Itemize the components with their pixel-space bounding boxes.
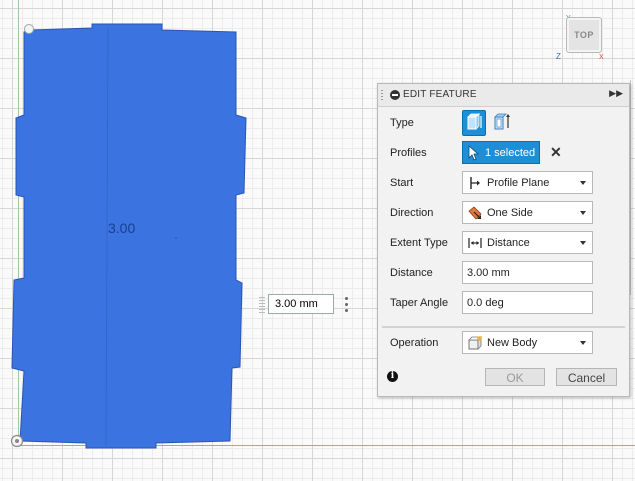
- profiles-label: Profiles: [390, 147, 427, 159]
- select-cursor-icon: [468, 145, 480, 161]
- chevron-down-icon: [580, 181, 586, 185]
- operation-value: New Body: [487, 337, 538, 349]
- drag-handle-icon[interactable]: [259, 297, 265, 313]
- panel-header[interactable]: EDIT FEATURE ▶▶: [378, 84, 629, 107]
- start-value: Profile Plane: [487, 177, 550, 189]
- clear-selection-icon[interactable]: ✕: [550, 144, 562, 161]
- profiles-selection-button[interactable]: 1 selected: [462, 141, 540, 164]
- panel-grip-icon[interactable]: [381, 90, 383, 100]
- floating-distance-input[interactable]: [268, 294, 334, 314]
- operation-row: Operation New Body: [378, 328, 629, 358]
- direction-dropdown[interactable]: One Side: [462, 201, 593, 224]
- chevron-down-icon: [580, 211, 586, 215]
- extent-type-dropdown[interactable]: Distance: [462, 231, 593, 254]
- edit-feature-panel: EDIT FEATURE ▶▶ Type Profiles 1 selected…: [377, 83, 630, 397]
- thin-extrude-icon: [494, 113, 510, 130]
- extrude-solid-type-button[interactable]: [462, 110, 486, 136]
- extruded-body-shape[interactable]: [11, 23, 247, 449]
- start-row: Start Profile Plane: [378, 168, 629, 198]
- distance-extent-icon: [468, 238, 482, 248]
- viewcube-x-axis-label: X: [599, 54, 604, 61]
- operation-dropdown[interactable]: New Body: [462, 331, 593, 354]
- info-icon[interactable]: i: [387, 371, 398, 382]
- profile-plane-icon: [470, 177, 480, 189]
- taper-angle-input[interactable]: [462, 291, 593, 314]
- panel-title: EDIT FEATURE: [403, 89, 477, 100]
- cancel-button[interactable]: Cancel: [556, 368, 617, 386]
- direction-value: One Side: [487, 207, 533, 219]
- chevron-down-icon: [580, 241, 586, 245]
- more-options-icon[interactable]: [345, 297, 349, 313]
- profiles-row: Profiles 1 selected ✕: [378, 138, 629, 168]
- viewcube-top-face[interactable]: TOP: [566, 17, 602, 53]
- extent-type-value: Distance: [487, 237, 530, 249]
- new-body-icon: [468, 336, 482, 350]
- one-side-direction-icon: [468, 206, 482, 220]
- view-cube[interactable]: Y TOP Z X: [554, 14, 606, 64]
- floating-distance-input-group: [259, 294, 363, 316]
- type-row: Type: [378, 108, 629, 138]
- distance-row: Distance: [378, 258, 629, 288]
- extent-type-row: Extent Type Distance: [378, 228, 629, 258]
- chevron-down-icon: [580, 341, 586, 345]
- viewcube-z-axis-label: Z: [556, 52, 561, 61]
- operation-label: Operation: [390, 337, 439, 349]
- distance-label: Distance: [390, 267, 433, 279]
- origin-icon: [10, 434, 24, 448]
- sketch-point-icon: [24, 24, 34, 34]
- solid-extrude-icon: [467, 113, 482, 130]
- viewcube-face-label: TOP: [574, 30, 594, 40]
- direction-row: Direction One Side: [378, 198, 629, 228]
- extrude-thin-type-button[interactable]: [490, 110, 512, 134]
- dimension-label: 3.00: [108, 220, 136, 236]
- expand-panel-icon[interactable]: ▶▶: [609, 88, 623, 99]
- ok-button[interactable]: OK: [485, 368, 545, 386]
- taper-angle-label: Taper Angle: [390, 297, 449, 309]
- profiles-selection-text: 1 selected: [485, 147, 536, 159]
- distance-input[interactable]: [462, 261, 593, 284]
- canvas-scroll-edge: [630, 80, 631, 295]
- collapse-icon[interactable]: [390, 90, 400, 100]
- type-label: Type: [390, 117, 414, 129]
- start-dropdown[interactable]: Profile Plane: [462, 171, 593, 194]
- extent-type-label: Extent Type: [390, 237, 448, 249]
- direction-label: Direction: [390, 207, 434, 219]
- taper-angle-row: Taper Angle: [378, 288, 629, 318]
- start-label: Start: [390, 177, 414, 189]
